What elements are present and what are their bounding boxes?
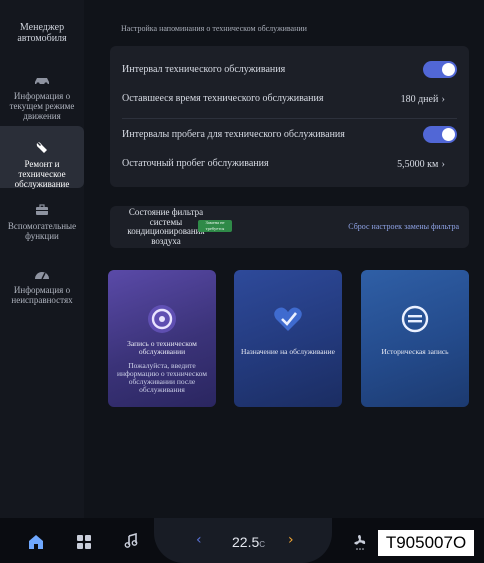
screen: Менеджер автомобиля Информация о текущем… (0, 0, 484, 563)
remaining-mileage-row[interactable]: Остаточный пробег обслуживания 5,5000 км… (122, 158, 457, 170)
temperature-unit: C (259, 540, 266, 549)
sidebar-item-label: Информация о неисправностях (11, 285, 73, 305)
service-reminder-card: Интервал технического обслуживания Остав… (110, 46, 469, 187)
music-icon[interactable] (123, 532, 139, 554)
chevron-right-icon: › (441, 93, 445, 105)
temp-decrease-button[interactable]: ‹ (196, 532, 202, 548)
toggle-knob (442, 63, 455, 76)
disc-record-icon (147, 304, 177, 339)
status-badge: Замена не требуется (198, 220, 232, 232)
remaining-mileage-value: 5,5000 км › (397, 158, 445, 170)
remaining-time-row[interactable]: Оставшееся время технического обслуживан… (122, 93, 457, 105)
sidebar-item-aux-functions[interactable]: Вспомогательные функции (0, 204, 84, 241)
sidebar-item-label: Информация о текущем режиме движения (9, 91, 75, 121)
car-icon (0, 74, 84, 88)
sidebar: Менеджер автомобиля Информация о текущем… (0, 0, 85, 518)
tile-maintenance-record[interactable]: Запись о техническом обслуживании Пожалу… (108, 270, 216, 407)
mileage-intervals-label: Интервалы пробега для технического обслу… (122, 129, 345, 140)
tile-service-appointment[interactable]: Назначение на обслуживание (234, 270, 342, 407)
sidebar-item-faults[interactable]: Информация о неисправностях (0, 268, 84, 305)
apps-grid-icon[interactable] (77, 535, 91, 554)
divider (122, 118, 457, 119)
sidebar-item-label: Вспомогательные функции (7, 221, 77, 241)
sidebar-item-label: Ремонт и техническое обслуживание (14, 159, 70, 189)
chevron-right-icon: › (441, 158, 445, 170)
temperature-value: 22.5C (232, 534, 265, 550)
sidebar-title: Менеджер автомобиля (17, 22, 67, 44)
toolbox-icon (0, 204, 84, 218)
tile-label: Запись о техническом обслуживании (127, 339, 197, 356)
toggle-knob (442, 128, 455, 141)
remaining-mileage-text: 5,5000 км (397, 159, 439, 170)
tile-sub: Пожалуйста, введите информацию о техниче… (117, 361, 207, 394)
filter-reset-link[interactable]: Сброс настроек замены фильтра (348, 222, 459, 231)
sidebar-item-maintenance[interactable]: Ремонт и техническое обслуживание (0, 126, 84, 189)
remaining-mileage-label: Остаточный пробег обслуживания (122, 158, 269, 169)
page-title: Настройка напоминания о техническом обсл… (121, 24, 307, 33)
tile-history-record[interactable]: Историческая запись (361, 270, 469, 407)
sidebar-item-driving-info[interactable]: Информация о текущем режиме движения (0, 74, 84, 121)
gauge-icon (0, 268, 84, 282)
history-icon (400, 304, 430, 339)
mileage-toggle[interactable] (423, 126, 457, 143)
figure-code-label: T905007O (378, 530, 474, 556)
remaining-time-value: 180 дней › (401, 93, 445, 105)
wrench-icon (0, 140, 84, 156)
tile-label: Историческая запись (381, 347, 449, 356)
interval-toggle[interactable] (423, 61, 457, 78)
filter-status-card: Состояние фильтра системы кондиционирова… (110, 206, 469, 248)
fan-icon[interactable] (353, 534, 367, 555)
remaining-time-text: 180 дней (400, 94, 439, 105)
remaining-time-label: Оставшееся время технического обслуживан… (122, 93, 324, 104)
tile-label: Назначение на обслуживание (241, 347, 335, 356)
interval-label: Интервал технического обслуживания (122, 64, 286, 75)
home-icon[interactable] (28, 534, 44, 555)
temp-increase-button[interactable]: › (288, 532, 294, 548)
heart-check-icon (272, 304, 304, 339)
temperature-text: 22.5 (232, 534, 260, 550)
